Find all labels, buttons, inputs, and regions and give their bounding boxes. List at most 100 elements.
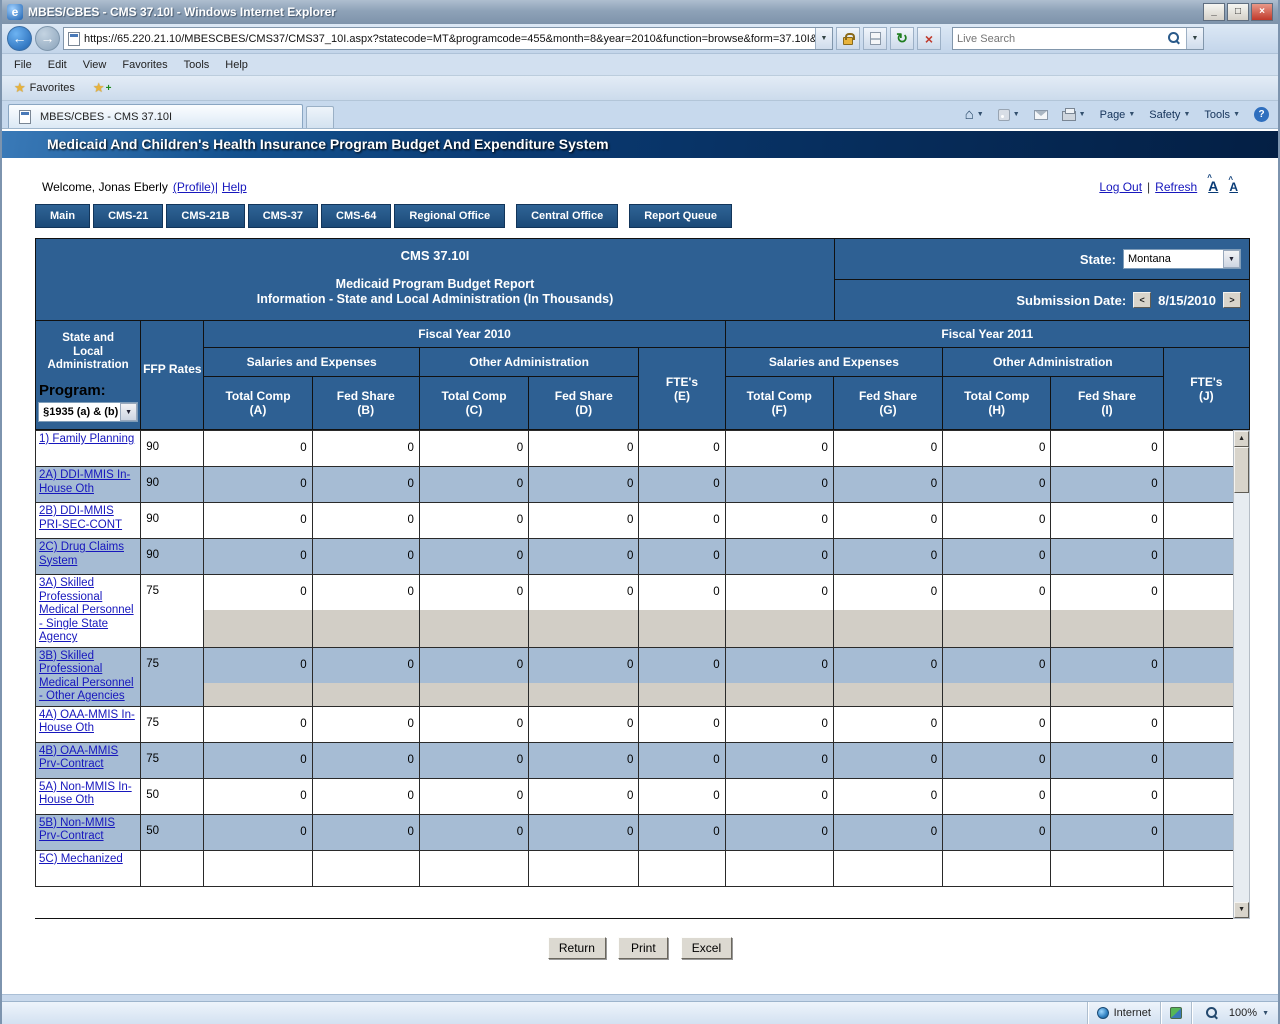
address-dropdown-button[interactable]: ▼: [815, 28, 832, 49]
favorites-button[interactable]: ★ Favorites: [8, 78, 81, 98]
nav-tab-main[interactable]: Main: [35, 204, 91, 228]
program-row-link[interactable]: 2B) DDI-MMIS PRI-SEC-CONT: [39, 505, 122, 531]
value-cell-i: 0: [1050, 502, 1164, 539]
program-row-link[interactable]: 4A) OAA-MMIS In-House Oth: [39, 709, 135, 735]
chevron-down-icon[interactable]: ▼: [1223, 250, 1240, 268]
scrollbar-track[interactable]: [1234, 493, 1249, 902]
program-row-link[interactable]: 3B) Skilled Professional Medical Personn…: [39, 650, 134, 703]
nav-tab-cms-64[interactable]: CMS-64: [321, 204, 392, 228]
value-cell-h: 0: [942, 538, 1052, 575]
address-input[interactable]: [84, 32, 815, 45]
value-cell-f: 0: [724, 538, 834, 575]
nav-tab-cms-21[interactable]: CMS-21: [93, 204, 164, 228]
safety-menu-button[interactable]: Safety ▼: [1146, 107, 1193, 123]
mail-icon: [1033, 109, 1048, 120]
chevron-down-icon[interactable]: ▼: [120, 402, 138, 421]
program-row-link[interactable]: 4B) OAA-MMIS Prv-Contract: [39, 745, 118, 771]
zoom-control[interactable]: 100% ▼: [1190, 1002, 1278, 1024]
logout-link[interactable]: Log Out: [1099, 180, 1142, 194]
col-b-header: Fed Share (B): [311, 376, 420, 430]
chevron-down-icon: ▼: [1012, 111, 1020, 118]
excel-button[interactable]: Excel: [680, 937, 733, 959]
value-cell-i: 0: [1050, 574, 1164, 648]
return-button[interactable]: Return: [547, 937, 606, 959]
search-icon[interactable]: [1168, 32, 1181, 45]
program-row-link[interactable]: 2C) Drug Claims System: [39, 541, 124, 567]
value-cell-j: [1162, 849, 1234, 887]
minimize-button[interactable]: _: [1203, 3, 1225, 21]
state-select[interactable]: Montana ▼: [1123, 249, 1241, 269]
table-scrollbar[interactable]: ▲ ▼: [1233, 430, 1250, 919]
page-content: Medicaid And Children's Health Insurance…: [2, 129, 1278, 994]
nav-tab-cms-21b[interactable]: CMS-21B: [166, 204, 245, 228]
home-button[interactable]: ⌂ ▼: [962, 106, 987, 124]
menu-favorites[interactable]: Favorites: [114, 56, 175, 74]
program-row-link[interactable]: 2A) DDI-MMIS In-House Oth: [39, 469, 130, 495]
forward-button[interactable]: →: [35, 26, 60, 51]
menu-view[interactable]: View: [75, 56, 115, 74]
report-form-code: CMS 37.10I: [400, 248, 470, 263]
nav-tab-cms-37[interactable]: CMS-37: [247, 204, 319, 228]
fte-j-title: FTE's: [1190, 374, 1223, 389]
print-report-button[interactable]: Print: [618, 937, 669, 959]
search-dropdown-button[interactable]: ▼: [1186, 28, 1203, 49]
menu-file[interactable]: File: [6, 56, 40, 74]
new-tab-button[interactable]: [306, 106, 334, 128]
state-row: State: Montana ▼: [835, 239, 1249, 280]
tools-menu-button[interactable]: Tools ▼: [1201, 107, 1243, 123]
zoom-icon: [1205, 1006, 1219, 1020]
next-date-button[interactable]: >: [1223, 292, 1241, 308]
fte-e-header: FTE's (E): [638, 347, 726, 430]
profile-link[interactable]: (Profile)|: [173, 180, 218, 194]
program-row-link[interactable]: 5B) Non-MMIS Prv-Contract: [39, 817, 115, 843]
value-cell-c: 0: [418, 741, 530, 779]
page-menu-button[interactable]: Page ▼: [1097, 107, 1139, 123]
scrollbar-thumb[interactable]: [1234, 447, 1249, 493]
font-decrease-link[interactable]: A: [1228, 175, 1238, 194]
tab-mbes-cbes[interactable]: MBES/CBES - CMS 37.10I: [8, 104, 303, 128]
back-button[interactable]: ←: [7, 26, 32, 51]
refresh-button[interactable]: ↻: [890, 27, 914, 50]
program-row-link[interactable]: 5A) Non-MMIS In-House Oth: [39, 781, 132, 807]
program-select[interactable]: §1935 (a) & (b) ▼: [38, 401, 139, 422]
refresh-page-link[interactable]: Refresh: [1155, 180, 1197, 194]
printer-icon: [1061, 108, 1076, 121]
value-cell-j: 0: [1162, 430, 1234, 467]
stop-icon: ×: [924, 30, 934, 47]
search-input[interactable]: [953, 32, 1163, 45]
read-mail-button[interactable]: [1031, 108, 1051, 122]
table-row: 3A) Skilled Professional Medical Personn…: [35, 574, 1234, 648]
help-button[interactable]: ?: [1251, 105, 1272, 124]
add-favorite-button[interactable]: ★ +: [87, 78, 118, 98]
help-link[interactable]: Help: [222, 180, 247, 194]
value-cell-d: 0: [528, 741, 640, 779]
nav-tab-central-office[interactable]: Central Office: [516, 204, 619, 228]
menu-tools[interactable]: Tools: [176, 56, 218, 74]
maximize-button[interactable]: □: [1227, 3, 1249, 21]
scroll-up-button[interactable]: ▲: [1234, 431, 1249, 447]
menu-help[interactable]: Help: [217, 56, 256, 74]
value-cell-f: 0: [724, 741, 834, 779]
report-table-body: 1) Family Planning 90 0 0 0 0 0 0 0 0 0 …: [35, 430, 1234, 887]
compatibility-view-button[interactable]: [863, 27, 887, 50]
value-cell-i: 0: [1050, 777, 1164, 815]
close-button[interactable]: ×: [1251, 3, 1273, 21]
security-lock-button[interactable]: [836, 27, 860, 50]
col-a-header: Total Comp (A): [203, 376, 313, 430]
submission-date-label: Submission Date:: [1016, 292, 1127, 308]
value-cell-g: 0: [832, 777, 944, 815]
feeds-button[interactable]: ▼: [995, 107, 1023, 123]
program-row-link[interactable]: 1) Family Planning: [39, 433, 134, 445]
program-row-link[interactable]: 3A) Skilled Professional Medical Personn…: [39, 577, 134, 643]
print-button[interactable]: ▼: [1059, 106, 1089, 123]
previous-date-button[interactable]: <: [1133, 292, 1152, 308]
nav-tab-regional-office[interactable]: Regional Office: [394, 204, 506, 228]
table-row: 2A) DDI-MMIS In-House Oth 90 0 0 0 0 0 0…: [35, 466, 1234, 503]
nav-tab-report-queue[interactable]: Report Queue: [629, 204, 732, 228]
scroll-down-button[interactable]: ▼: [1234, 902, 1249, 918]
value-cell-i: 0: [1050, 741, 1164, 779]
menu-edit[interactable]: Edit: [40, 56, 75, 74]
font-increase-link[interactable]: A: [1207, 173, 1218, 194]
program-row-link[interactable]: 5C) Mechanized: [39, 853, 123, 865]
stop-button[interactable]: ×: [917, 27, 941, 50]
